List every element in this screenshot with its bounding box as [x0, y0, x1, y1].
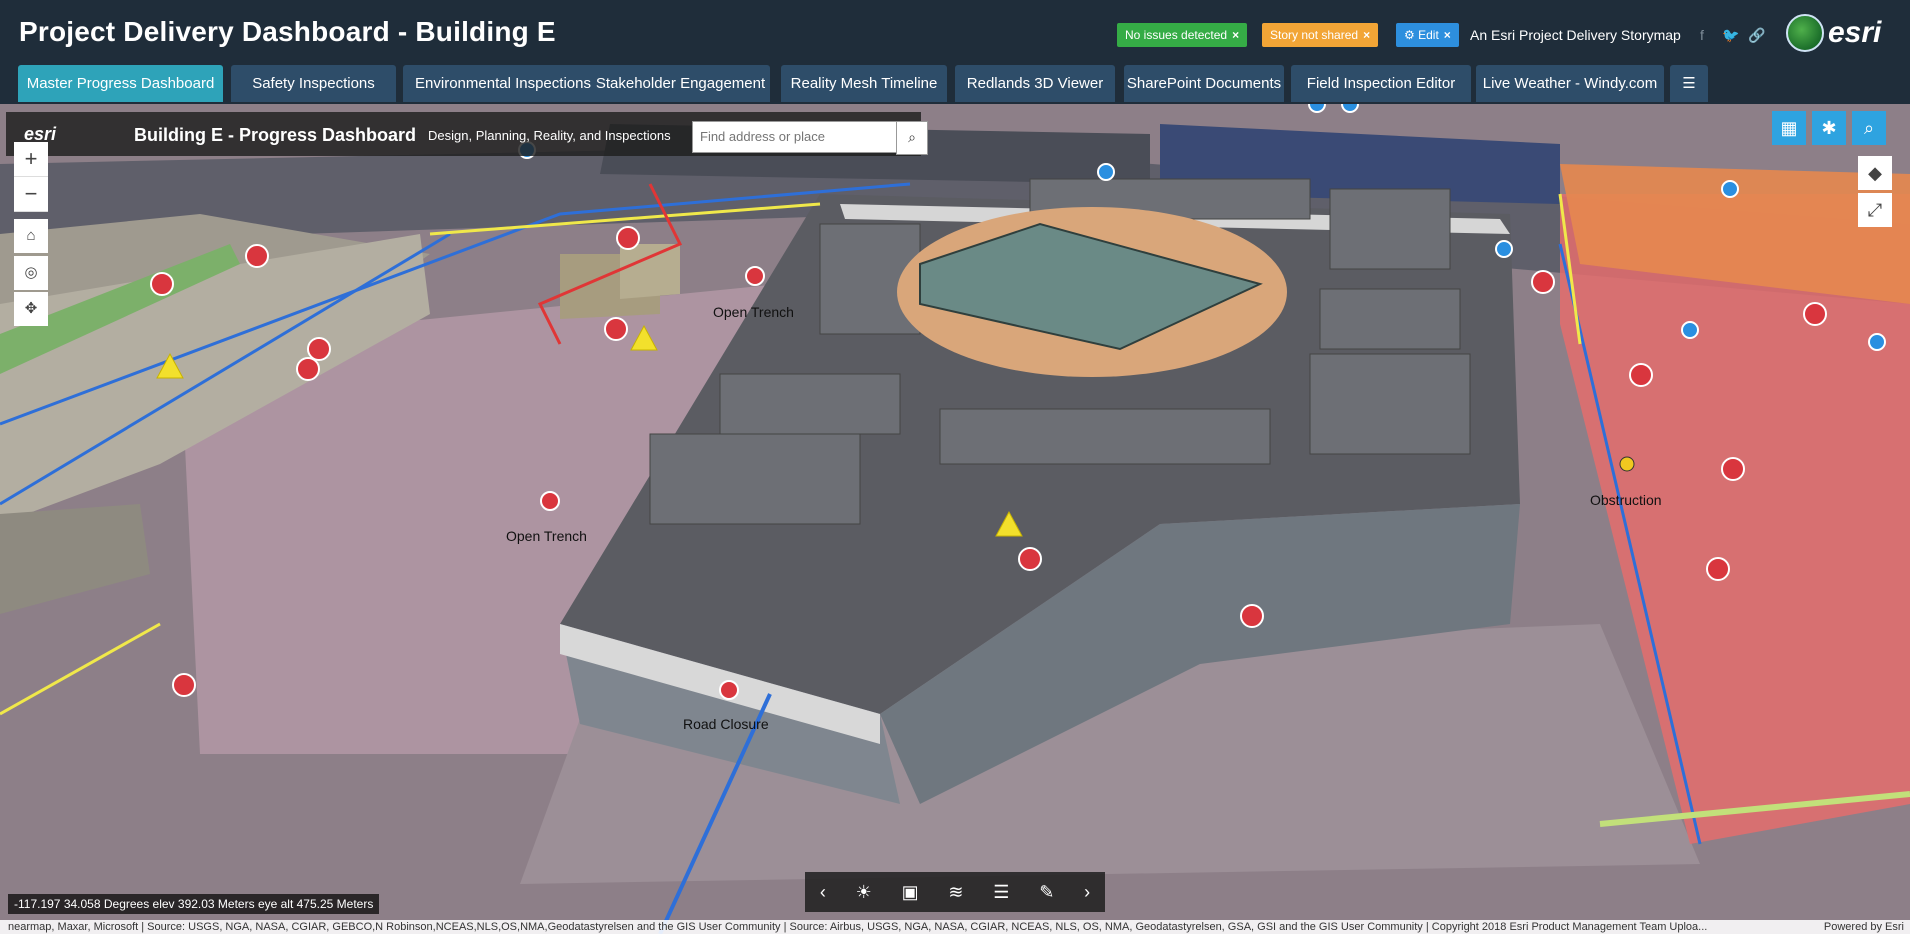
measure-icon[interactable]: ✱ [1812, 111, 1846, 145]
gear-icon: ⚙ [1404, 28, 1415, 42]
status-badge-not-shared[interactable]: Story not shared × [1262, 23, 1379, 47]
map-view[interactable]: esri Building E - Progress Dashboard Des… [0, 104, 1910, 934]
twitter-icon[interactable]: 🐦 [1722, 27, 1739, 44]
close-icon[interactable]: × [1363, 28, 1370, 42]
storymap-label: An Esri Project Delivery Storymap [1470, 27, 1681, 43]
search-box [692, 121, 898, 153]
fullscreen-icon[interactable]: ⤢ [1858, 193, 1892, 227]
status-badge-no-issues[interactable]: No issues detected × [1117, 23, 1248, 47]
search-icon[interactable]: ⌕ [1852, 111, 1886, 145]
daylight-icon[interactable]: ☀ [856, 882, 872, 903]
tab-environmental-inspections[interactable]: Environmental Inspections [403, 65, 603, 102]
coordinate-readout: -117.197 34.058 Degrees elev 392.03 Mete… [8, 894, 380, 914]
map-label-open-trench: Open Trench [713, 304, 794, 320]
tab-stakeholder-engagement[interactable]: Stakeholder Engagement [591, 65, 770, 102]
map-title: Building E - Progress Dashboard [134, 125, 417, 145]
attribution-text: nearmap, Maxar, Microsoft | Source: USGS… [8, 921, 1708, 933]
map-subtitle: Design, Planning, Reality, and Inspectio… [428, 128, 671, 143]
map-label-open-trench: Open Trench [506, 528, 587, 544]
scene-imagery[interactable] [0, 104, 1910, 934]
link-icon[interactable]: 🔗 [1748, 27, 1765, 44]
search-input[interactable] [693, 122, 897, 150]
map-label-road-closure: Road Closure [683, 716, 769, 732]
layers-icon[interactable]: ≋ [948, 882, 963, 903]
attribution-bar: nearmap, Maxar, Microsoft | Source: USGS… [0, 920, 1910, 934]
zoom-out-icon[interactable]: − [14, 177, 48, 212]
chevron-left-icon[interactable]: ‹ [820, 882, 826, 903]
tab-sharepoint-documents[interactable]: SharePoint Documents [1124, 65, 1284, 102]
map-header: esri Building E - Progress Dashboard Des… [6, 112, 928, 156]
map-label-obstruction: Obstruction [1590, 492, 1662, 508]
tab-safety-inspections[interactable]: Safety Inspections [231, 65, 396, 102]
tab-reality-mesh-timeline[interactable]: Reality Mesh Timeline [781, 65, 947, 102]
chevron-right-icon[interactable]: › [1084, 882, 1090, 903]
bottom-toolbar: ‹ ☀ ▣ ≋ ☰ ✎ › [805, 872, 1105, 912]
basemap-gallery-icon[interactable]: ▦ [1772, 111, 1806, 145]
edit-button[interactable]: ⚙ Edit × [1396, 23, 1459, 47]
app-header: Project Delivery Dashboard - Building E … [0, 0, 1910, 104]
powered-by[interactable]: Powered by Esri [1824, 920, 1904, 934]
search-icon[interactable]: ⌕ [896, 121, 928, 155]
slides-icon[interactable]: ▣ [902, 882, 919, 903]
globe-icon [1786, 14, 1824, 52]
pan-icon[interactable]: ✥ [14, 292, 48, 326]
home-icon[interactable]: ⌂ [14, 219, 48, 253]
zoom-in-icon[interactable]: + [14, 142, 48, 177]
tab-more-menu[interactable]: ☰ [1670, 65, 1708, 102]
compass-icon[interactable]: ◆ [1858, 156, 1892, 190]
edit-pencil-icon[interactable]: ✎ [1039, 882, 1054, 903]
tab-live-weather[interactable]: Live Weather - Windy.com [1476, 65, 1664, 102]
tab-field-inspection-editor[interactable]: Field Inspection Editor [1291, 65, 1471, 102]
locate-icon[interactable]: ◎ [14, 256, 48, 290]
legend-icon[interactable]: ☰ [993, 882, 1009, 903]
facebook-icon[interactable]: f [1700, 27, 1704, 43]
close-icon[interactable]: × [1232, 28, 1239, 42]
esri-logo[interactable]: esri [1786, 14, 1881, 52]
page-title: Project Delivery Dashboard - Building E [19, 16, 556, 47]
close-icon[interactable]: × [1444, 28, 1451, 42]
tab-master-progress-dashboard[interactable]: Master Progress Dashboard [18, 65, 223, 102]
tab-redlands-3d-viewer[interactable]: Redlands 3D Viewer [955, 65, 1115, 102]
